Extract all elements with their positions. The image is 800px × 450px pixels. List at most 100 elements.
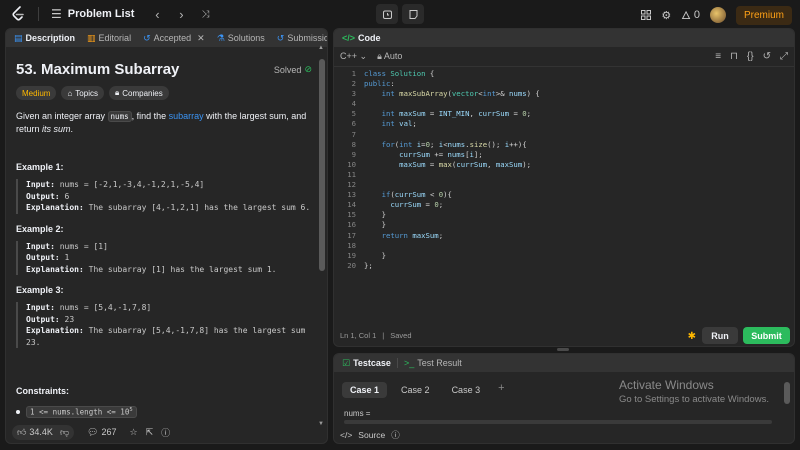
input-label: Input: bbox=[26, 180, 55, 189]
code-tabbar: </> Code bbox=[334, 29, 794, 47]
problem-list-link[interactable]: Problem List bbox=[68, 8, 135, 20]
tab-testcase-label: Testcase bbox=[353, 358, 391, 368]
code-line[interactable]: 3 int maxSubArray(vector<int>& nums) { bbox=[334, 89, 794, 99]
streak-counter[interactable]: 🜂 0 bbox=[681, 4, 700, 26]
lightbulb-icon[interactable]: ✱ bbox=[688, 331, 696, 342]
code-text: int val; bbox=[381, 119, 417, 129]
grid-icon[interactable] bbox=[641, 10, 652, 20]
code-line[interactable]: 16 } bbox=[334, 220, 794, 230]
code-panel: </> Code C++ ⌄ 🔒︎ Auto ≡ ⊓ {} ↺ ⤢ 1 class… bbox=[333, 28, 795, 347]
expand-icon[interactable]: ⤢ bbox=[780, 51, 788, 62]
code-line[interactable]: 8 for(int i=0; i<nums.size(); i++){ bbox=[334, 140, 794, 150]
chevron-left-icon[interactable]: ‹ bbox=[148, 7, 166, 22]
code-line[interactable]: 10 maxSum = max(currSum, maxSum); bbox=[334, 160, 794, 170]
companies-tag[interactable]: 🔒︎ Companies bbox=[108, 86, 169, 100]
subarray-link[interactable]: subarray bbox=[169, 111, 204, 121]
tab-accepted[interactable]: ↺ Accepted ✕ bbox=[139, 33, 209, 44]
history-icon: ↺ bbox=[276, 32, 285, 43]
code-line[interactable]: 15 } bbox=[334, 210, 794, 220]
like-button[interactable]: 👍︎ 34.4K 👎︎ bbox=[12, 424, 75, 440]
scroll-thumb[interactable] bbox=[319, 59, 325, 271]
line-number: 18 bbox=[347, 240, 356, 250]
line-number: 19 bbox=[347, 250, 356, 260]
code-line[interactable]: 9 currSum += nums[i]; bbox=[334, 150, 794, 160]
avatar[interactable] bbox=[709, 7, 726, 23]
add-case-button[interactable]: + bbox=[494, 382, 508, 398]
notes-icon[interactable] bbox=[402, 4, 424, 24]
comment-count: 267 bbox=[101, 427, 117, 437]
example-output: 6 bbox=[64, 191, 70, 201]
code-line[interactable]: 12 bbox=[334, 180, 794, 190]
topics-label: Topics bbox=[75, 88, 98, 98]
code-line[interactable]: 14 currSum = 0; bbox=[334, 200, 794, 210]
comments-button[interactable]: 💬︎ 267 bbox=[82, 425, 121, 440]
document-icon: ▤ bbox=[14, 32, 23, 43]
line-number: 6 bbox=[351, 119, 356, 129]
reset-icon[interactable]: ↺ bbox=[763, 51, 771, 62]
code-editor[interactable]: 1 class Solution {2 public: 3 int maxSubArr… bbox=[334, 69, 794, 319]
timer-icon[interactable] bbox=[376, 4, 398, 24]
code-line[interactable]: 17 return maxSum; bbox=[334, 231, 794, 241]
case-tab[interactable]: Case 2 bbox=[393, 382, 438, 398]
braces-icon[interactable]: {} bbox=[747, 51, 754, 62]
tab-testcase[interactable]: ☑ Testcase bbox=[338, 358, 395, 369]
example-output: 1 bbox=[64, 253, 70, 262]
submit-button[interactable]: Submit bbox=[743, 327, 790, 344]
code-line[interactable]: 7 bbox=[334, 130, 794, 140]
bookmark-icon[interactable]: ⊓ bbox=[730, 51, 738, 62]
tab-solutions[interactable]: ⚗ Solutions bbox=[213, 33, 269, 44]
testcase-scrollbar[interactable] bbox=[784, 376, 790, 418]
language-select[interactable]: C++ ⌄ bbox=[340, 51, 367, 62]
code-line[interactable]: 18 bbox=[334, 241, 794, 251]
tab-description[interactable]: ▤ Description bbox=[10, 33, 79, 44]
tab-code[interactable]: </> Code bbox=[338, 33, 385, 43]
scroll-thumb[interactable] bbox=[784, 382, 790, 404]
scroll-up-icon[interactable]: ▲ bbox=[318, 45, 324, 51]
tab-submissions[interactable]: ↺ Submission bbox=[273, 32, 327, 44]
premium-button[interactable]: Premium bbox=[735, 5, 792, 25]
code-text: int maxSum = INT_MIN, currSum = 0; bbox=[381, 109, 532, 119]
gear-icon[interactable]: ⚙ bbox=[661, 9, 671, 22]
auto-mode[interactable]: 🔒︎ Auto bbox=[377, 51, 402, 62]
case-tab[interactable]: Case 1 bbox=[342, 382, 388, 398]
page-title[interactable]: 53. Maximum Subarray bbox=[16, 61, 179, 78]
close-icon[interactable]: ✕ bbox=[197, 33, 205, 44]
thumbs-down-icon[interactable]: 👎︎ bbox=[60, 427, 69, 438]
line-number: 12 bbox=[347, 180, 356, 190]
case-tab[interactable]: Case 3 bbox=[444, 382, 489, 398]
help-icon[interactable]: ⓘ bbox=[161, 426, 170, 439]
leetcode-logo[interactable] bbox=[10, 6, 26, 22]
code-line[interactable]: 6 int val; bbox=[334, 119, 794, 129]
code-line[interactable]: 20}; bbox=[334, 261, 794, 271]
help-icon[interactable]: ⓘ bbox=[391, 429, 400, 441]
share-icon[interactable]: ⇱ bbox=[146, 427, 154, 438]
chevron-right-icon[interactable]: › bbox=[172, 7, 190, 22]
difficulty-badge[interactable]: Medium bbox=[16, 86, 57, 100]
statement-text: Given an integer array bbox=[16, 111, 108, 121]
format-icon[interactable]: ≡ bbox=[715, 51, 721, 62]
code-line[interactable]: 1 class Solution { bbox=[334, 69, 794, 79]
star-icon[interactable]: ☆ bbox=[130, 427, 138, 438]
lock-icon: 🔒︎ bbox=[114, 88, 120, 97]
nums-input[interactable] bbox=[344, 420, 772, 424]
companies-label: Companies bbox=[122, 88, 163, 98]
code-line[interactable]: 11 bbox=[334, 170, 794, 180]
description-scrollbar[interactable]: ▲ ▼ bbox=[318, 45, 325, 427]
source-link[interactable]: Source bbox=[358, 430, 385, 440]
code-line[interactable]: 5 int maxSum = INT_MIN, currSum = 0; bbox=[334, 109, 794, 119]
line-number: 7 bbox=[351, 129, 356, 139]
code-line[interactable]: 4 bbox=[334, 99, 794, 109]
code-line[interactable]: 2 public: bbox=[334, 79, 794, 89]
tab-test-result[interactable]: >_ Test Result bbox=[400, 358, 466, 368]
list-icon[interactable]: ☰ bbox=[51, 7, 62, 21]
topics-tag[interactable]: ⌂ Topics bbox=[61, 86, 104, 100]
shuffle-icon[interactable]: ⤨ bbox=[196, 9, 214, 20]
tab-editorial[interactable]: ▥ Editorial bbox=[83, 33, 135, 44]
code-line[interactable]: 19 } bbox=[334, 251, 794, 261]
check-circle-icon: ⊘ bbox=[304, 64, 312, 74]
run-button[interactable]: Run bbox=[702, 327, 738, 344]
terminal-icon: >_ bbox=[403, 358, 415, 368]
panel-resize-handle[interactable] bbox=[557, 348, 569, 351]
code-line[interactable]: 13 if(currSum < 0){ bbox=[334, 190, 794, 200]
